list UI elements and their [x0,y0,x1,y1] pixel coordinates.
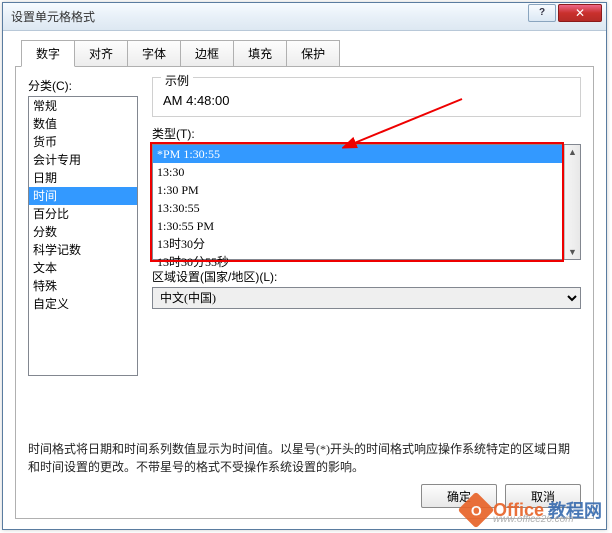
category-item[interactable]: 数值 [29,115,137,133]
tab-panel-number: 分类(C): 常规 数值 货币 会计专用 日期 时间 百分比 分数 科学记数 文… [15,66,594,519]
scroll-up-icon[interactable]: ▲ [568,145,577,159]
type-section: 类型(T): *PM 1:30:55 13:30 1:30 PM 13:30:5… [152,125,581,260]
sample-legend: 示例 [161,74,193,88]
category-item[interactable]: 常规 [29,97,137,115]
tab-border[interactable]: 边框 [180,40,234,67]
locale-section: 区域设置(国家/地区)(L): 中文(中国) [152,268,581,309]
tab-number[interactable]: 数字 [21,40,75,67]
locale-select[interactable]: 中文(中国) [152,287,581,309]
category-item[interactable]: 特殊 [29,277,137,295]
format-cells-dialog: 设置单元格格式 ? ✕ 数字 对齐 字体 边框 填充 保护 分类(C): 常规 … [2,2,607,530]
cancel-button[interactable]: 取消 [505,484,581,508]
category-item[interactable]: 科学记数 [29,241,137,259]
close-button[interactable]: ✕ [558,4,602,22]
right-column: 示例 AM 4:48:00 类型(T): *PM 1:30:55 13:30 1… [152,77,581,420]
sample-value: AM 4:48:00 [161,93,572,108]
type-scrollbar[interactable]: ▲ ▼ [564,145,580,259]
tab-alignment[interactable]: 对齐 [74,40,128,67]
scroll-down-icon[interactable]: ▼ [568,245,577,259]
client-area: 数字 对齐 字体 边框 填充 保护 分类(C): 常规 数值 货币 会计专用 日… [3,31,606,529]
type-item[interactable]: 13:30 [153,163,564,181]
category-item[interactable]: 时间 [29,187,137,205]
help-button[interactable]: ? [528,4,556,22]
type-list[interactable]: *PM 1:30:55 13:30 1:30 PM 13:30:55 1:30:… [152,144,581,260]
category-item[interactable]: 日期 [29,169,137,187]
ok-button[interactable]: 确定 [421,484,497,508]
dialog-buttons: 确定 取消 [28,476,581,508]
tab-strip: 数字 对齐 字体 边框 填充 保护 [15,39,594,66]
category-item[interactable]: 文本 [29,259,137,277]
category-item[interactable]: 百分比 [29,205,137,223]
tab-protection[interactable]: 保护 [286,40,340,67]
category-item[interactable]: 分数 [29,223,137,241]
category-label: 分类(C): [28,77,138,94]
category-list[interactable]: 常规 数值 货币 会计专用 日期 时间 百分比 分数 科学记数 文本 特殊 自定… [28,96,138,376]
tab-font[interactable]: 字体 [127,40,181,67]
category-item[interactable]: 货币 [29,133,137,151]
category-item[interactable]: 自定义 [29,295,137,313]
description-text: 时间格式将日期和时间系列数值显示为时间值。以星号(*)开头的时间格式响应操作系统… [28,440,581,476]
window-buttons: ? ✕ [526,8,602,26]
window-title: 设置单元格格式 [11,8,526,25]
type-item[interactable]: 13时30分55秒 [153,253,564,271]
type-item[interactable]: 13时30分 [153,235,564,253]
category-item[interactable]: 会计专用 [29,151,137,169]
type-item[interactable]: *PM 1:30:55 [153,145,564,163]
tab-fill[interactable]: 填充 [233,40,287,67]
type-item[interactable]: 13:30:55 [153,199,564,217]
type-item[interactable]: 1:30 PM [153,181,564,199]
type-item[interactable]: 1:30:55 PM [153,217,564,235]
sample-box: 示例 AM 4:48:00 [152,77,581,117]
category-column: 分类(C): 常规 数值 货币 会计专用 日期 时间 百分比 分数 科学记数 文… [28,77,138,420]
type-label: 类型(T): [152,125,581,142]
titlebar: 设置单元格格式 ? ✕ [3,3,606,31]
